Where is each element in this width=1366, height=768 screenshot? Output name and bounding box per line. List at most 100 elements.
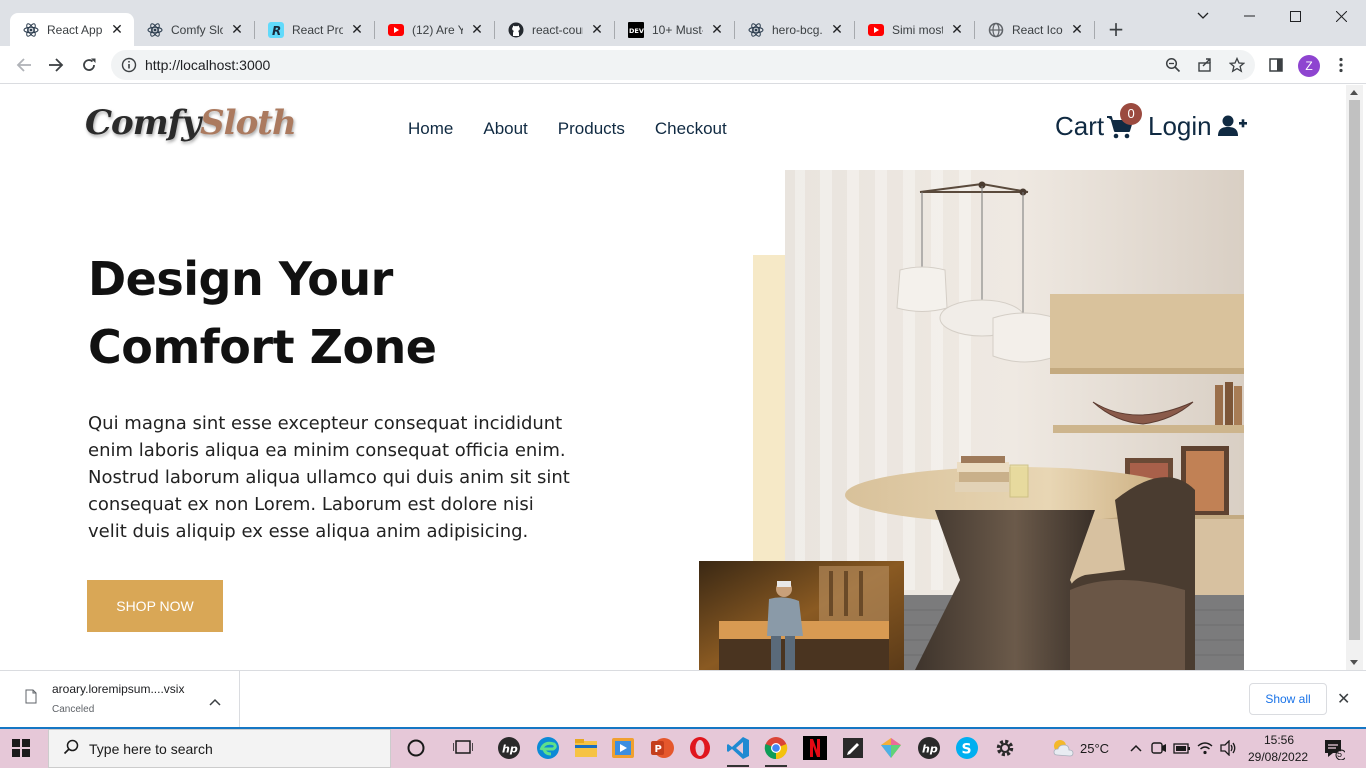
zoom-icon[interactable]: [1164, 56, 1182, 74]
close-icon[interactable]: ✕: [709, 21, 725, 38]
share-icon[interactable]: [1196, 56, 1214, 74]
close-icon[interactable]: ✕: [1337, 689, 1350, 708]
vscode-icon[interactable]: [725, 735, 751, 767]
profile-avatar[interactable]: Z: [1298, 55, 1320, 77]
close-icon[interactable]: ✕: [229, 21, 245, 38]
sticky-notes-icon[interactable]: [840, 735, 866, 761]
tab-react-app[interactable]: React App ✕: [10, 13, 134, 46]
svg-text:DEV: DEV: [629, 27, 644, 35]
taskbar-search-box[interactable]: Type here to search: [48, 729, 391, 768]
nav-about[interactable]: About: [483, 119, 527, 139]
minimize-icon: [1243, 15, 1255, 17]
nav-checkout[interactable]: Checkout: [655, 119, 727, 139]
site-logo[interactable]: ComfySloth: [85, 103, 297, 143]
close-icon[interactable]: ✕: [829, 21, 845, 38]
reload-button[interactable]: [78, 54, 100, 76]
show-all-button[interactable]: Show all: [1249, 683, 1327, 715]
notification-center-icon[interactable]: [1320, 735, 1346, 761]
page-scrollbar[interactable]: [1346, 85, 1363, 670]
chevron-up-icon[interactable]: [209, 691, 221, 710]
close-icon[interactable]: ✕: [349, 21, 365, 38]
close-window-button[interactable]: [1318, 0, 1364, 32]
download-bar: aroary.loremipsum....vsix Canceled Show …: [0, 670, 1366, 728]
maximize-icon: [1289, 10, 1301, 22]
scrollbar-thumb[interactable]: [1349, 100, 1360, 640]
close-icon: [1335, 10, 1347, 22]
sketch-app-icon[interactable]: [878, 735, 904, 761]
address-bar[interactable]: http://localhost:3000: [111, 50, 1255, 80]
clock-date[interactable]: 29/08/2022: [1248, 750, 1308, 764]
tab-hero-bcg[interactable]: hero-bcg.a ✕: [735, 13, 854, 46]
minimize-button[interactable]: [1226, 0, 1272, 32]
nav-products[interactable]: Products: [558, 119, 625, 139]
tab-react-projects[interactable]: R React Projects ✕: [255, 13, 374, 46]
kebab-menu-icon: [1339, 57, 1343, 73]
download-item[interactable]: aroary.loremipsum....vsix Canceled: [0, 671, 240, 728]
tab-github[interactable]: react-course ✕: [495, 13, 614, 46]
page-viewport: ComfySloth Home About Products Checkout …: [3, 85, 1346, 670]
cortana-icon[interactable]: [403, 735, 429, 761]
close-icon[interactable]: ✕: [469, 21, 485, 38]
forward-button[interactable]: [45, 54, 67, 76]
tab-youtube-1[interactable]: (12) Are You ✕: [375, 13, 494, 46]
tab-title: React Projects: [292, 22, 343, 37]
user-plus-icon: [1217, 114, 1248, 140]
tab-title: Simi most: [892, 22, 943, 37]
star-icon[interactable]: [1228, 56, 1246, 74]
task-view-icon[interactable]: [450, 735, 476, 761]
new-tab-button[interactable]: +: [1105, 17, 1127, 41]
github-icon: [508, 22, 524, 38]
cart-button[interactable]: Cart 0: [1055, 102, 1143, 142]
powerpoint-icon[interactable]: P: [649, 735, 675, 761]
media-player-icon[interactable]: [610, 735, 636, 761]
login-button[interactable]: Login: [1148, 111, 1248, 142]
tab-youtube-2[interactable]: Simi most ✕: [855, 13, 974, 46]
dev-icon: DEV: [628, 21, 644, 38]
tab-react-icons[interactable]: React Icons ✕: [975, 13, 1094, 46]
close-icon[interactable]: ✕: [949, 21, 965, 38]
file-icon: [25, 689, 37, 708]
menu-button[interactable]: [1330, 54, 1352, 76]
react-icon: [23, 22, 39, 38]
volume-icon[interactable]: [1215, 735, 1241, 761]
download-file-name: aroary.loremipsum....vsix: [52, 682, 185, 696]
hero-image-carpenter: [699, 561, 904, 670]
info-icon[interactable]: [121, 57, 137, 77]
edge-icon[interactable]: [535, 735, 561, 761]
close-icon[interactable]: ✕: [589, 21, 605, 38]
file-explorer-icon[interactable]: [573, 735, 599, 761]
side-panel-button[interactable]: [1265, 54, 1287, 76]
close-icon[interactable]: ✕: [1069, 21, 1085, 38]
maximize-button[interactable]: [1272, 0, 1318, 32]
react-icon: [147, 22, 163, 38]
nav-home[interactable]: Home: [408, 119, 453, 139]
weather-temperature[interactable]: 25°C: [1080, 741, 1109, 756]
windows-taskbar: Type here to search hp P hp S 25°C 15:56…: [0, 729, 1366, 768]
back-button[interactable]: [13, 54, 35, 76]
scroll-up-arrow-icon[interactable]: [1350, 90, 1358, 95]
tab-title: hero-bcg.a: [772, 22, 823, 37]
opera-icon[interactable]: [687, 735, 713, 761]
hp-icon[interactable]: hp: [496, 735, 522, 761]
close-icon[interactable]: ✕: [109, 21, 125, 38]
chrome-icon[interactable]: [763, 735, 789, 767]
clock-time[interactable]: 15:56: [1264, 733, 1294, 747]
scroll-down-arrow-icon[interactable]: [1350, 660, 1358, 665]
skype-icon[interactable]: S: [954, 735, 980, 761]
logo-text-sloth: Sloth: [200, 103, 297, 143]
svg-text:hp: hp: [922, 743, 938, 756]
react-icon: [748, 22, 764, 38]
windows-start-icon[interactable]: [12, 739, 30, 761]
netflix-icon[interactable]: [802, 735, 828, 761]
side-panel-icon: [1269, 58, 1283, 72]
tab-dev[interactable]: DEV 10+ Must- ✕: [615, 13, 734, 46]
tab-title: 10+ Must-: [652, 22, 703, 37]
hp-smart-icon[interactable]: hp: [916, 735, 942, 761]
shop-now-button[interactable]: SHOP NOW: [87, 580, 223, 632]
weather-cloud-sun-icon[interactable]: [1050, 735, 1076, 761]
tab-search-button[interactable]: [1180, 0, 1226, 32]
svg-text:S: S: [962, 742, 972, 758]
notification-count: 5: [1337, 749, 1343, 759]
tab-comfy-sloth[interactable]: Comfy Sloth ✕: [134, 13, 254, 46]
settings-gear-icon[interactable]: [992, 735, 1018, 761]
